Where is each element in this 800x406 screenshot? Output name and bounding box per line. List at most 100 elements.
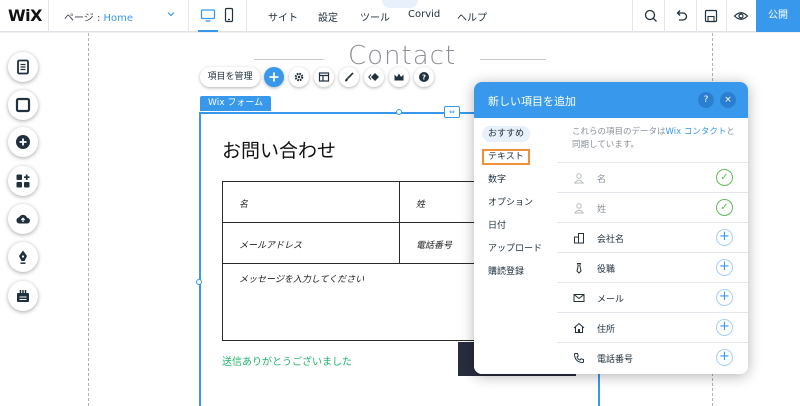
person-icon bbox=[573, 173, 585, 184]
mobile-view-icon[interactable] bbox=[221, 7, 237, 23]
person-icon bbox=[573, 203, 585, 214]
preview-eye-icon[interactable] bbox=[733, 8, 749, 24]
top-bar: WiX ページ : Home サイト 設定 ツール Corvid ヘルプ ⌃ 公… bbox=[0, 0, 800, 32]
field-row-first-name[interactable]: 名 ✓ bbox=[557, 162, 748, 192]
resize-handle[interactable] bbox=[396, 109, 402, 115]
divider bbox=[48, 0, 49, 32]
email-field[interactable]: メールアドレス bbox=[222, 222, 400, 264]
menu-site[interactable]: サイト bbox=[268, 9, 298, 24]
add-field-panel: 新しい項目を追加 ? × おすすめ テキスト 数字 オプション 日付 アップロー… bbox=[474, 82, 748, 374]
panel-help-button[interactable]: ? bbox=[698, 92, 714, 108]
panel-close-button[interactable]: × bbox=[720, 92, 736, 108]
message-field[interactable]: メッセージを入力してください bbox=[222, 263, 479, 341]
phone-field[interactable]: 電話番号 bbox=[399, 222, 479, 264]
stretch-icon[interactable]: ⇔ bbox=[444, 106, 460, 118]
field-row-last-name[interactable]: 姓 ✓ bbox=[557, 192, 748, 222]
category-recommended[interactable]: おすすめ bbox=[482, 126, 531, 142]
pages-button[interactable] bbox=[8, 52, 38, 82]
add-field-button[interactable] bbox=[264, 67, 284, 87]
page-icon bbox=[17, 59, 29, 75]
menu-tools[interactable]: ツール bbox=[360, 9, 390, 24]
chevron-down-icon[interactable] bbox=[166, 9, 176, 19]
publish-button[interactable]: 公開 bbox=[756, 0, 800, 32]
pen-nib-icon bbox=[19, 250, 27, 264]
plus-icon[interactable]: + bbox=[716, 319, 733, 336]
divider bbox=[664, 0, 665, 32]
gear-icon bbox=[294, 72, 304, 82]
plus-icon[interactable]: + bbox=[716, 229, 733, 246]
undo-icon[interactable] bbox=[673, 8, 689, 24]
add-button[interactable] bbox=[8, 127, 38, 157]
blog-button[interactable] bbox=[8, 242, 38, 272]
manage-fields-button[interactable]: 項目を管理 bbox=[200, 67, 260, 87]
contacts-link[interactable]: Wix コンタクト bbox=[666, 127, 727, 137]
divider bbox=[726, 0, 727, 32]
media-button[interactable] bbox=[8, 204, 38, 234]
menu-help[interactable]: ヘルプ bbox=[457, 9, 487, 24]
page-selector-label: ページ : bbox=[64, 13, 104, 24]
phone-icon bbox=[573, 353, 584, 364]
heading-rule bbox=[254, 59, 324, 60]
category-list: おすすめ テキスト 数字 オプション 日付 アップロード 購読登録 bbox=[474, 118, 557, 374]
collapse-topbar-tab[interactable]: ⌃ bbox=[382, 0, 418, 8]
settings-button[interactable] bbox=[289, 67, 309, 87]
upgrade-button[interactable] bbox=[389, 67, 409, 87]
home-icon bbox=[573, 322, 585, 333]
last-name-field[interactable]: 姓 bbox=[399, 181, 479, 223]
chevron-up-icon: ⌃ bbox=[396, 0, 403, 6]
field-row-address[interactable]: 住所 + bbox=[557, 312, 748, 342]
business-tools-button[interactable] bbox=[8, 281, 38, 311]
field-row-label: 名 bbox=[597, 175, 607, 185]
field-row-email[interactable]: メール + bbox=[557, 282, 748, 312]
plus-icon bbox=[269, 72, 279, 82]
category-text[interactable]: テキスト bbox=[482, 149, 530, 165]
cloud-upload-icon bbox=[16, 214, 30, 224]
field-list-description: これらの項目のデータはWix コンタクトと同期しています。 bbox=[572, 127, 735, 150]
resize-handle[interactable] bbox=[196, 279, 202, 285]
plus-icon[interactable]: + bbox=[716, 349, 733, 366]
background-button[interactable] bbox=[8, 90, 38, 120]
help-icon: ? bbox=[419, 72, 429, 82]
category-options[interactable]: オプション bbox=[482, 195, 539, 211]
animation-button[interactable] bbox=[364, 67, 384, 87]
field-row-company[interactable]: 会社名 + bbox=[557, 222, 748, 252]
design-button[interactable] bbox=[339, 67, 359, 87]
gridline bbox=[88, 33, 89, 406]
desktop-view-icon[interactable] bbox=[198, 7, 218, 32]
success-message[interactable]: 送信ありがとうございました bbox=[222, 353, 352, 368]
svg-text:?: ? bbox=[422, 74, 426, 82]
form-title[interactable]: お問い合わせ bbox=[222, 136, 336, 163]
menu-settings[interactable]: 設定 bbox=[318, 9, 338, 24]
help-button[interactable]: ? bbox=[414, 67, 434, 87]
category-date[interactable]: 日付 bbox=[482, 218, 512, 234]
category-upload[interactable]: アップロード bbox=[482, 241, 548, 257]
crown-icon bbox=[394, 73, 404, 81]
plus-icon[interactable]: + bbox=[716, 289, 733, 306]
apps-icon bbox=[16, 174, 30, 188]
check-icon: ✓ bbox=[716, 169, 733, 186]
plus-icon[interactable]: + bbox=[716, 259, 733, 276]
form-element-tag[interactable]: Wix フォーム bbox=[200, 96, 272, 111]
wix-logo[interactable]: WiX bbox=[8, 6, 42, 25]
animation-icon bbox=[368, 73, 379, 81]
field-row-label: 役職 bbox=[597, 265, 616, 275]
layout-button[interactable] bbox=[314, 67, 334, 87]
tie-icon bbox=[576, 263, 582, 274]
save-icon[interactable] bbox=[703, 8, 719, 24]
heading-rule bbox=[480, 59, 546, 60]
field-row-label: 会社名 bbox=[597, 235, 625, 245]
field-row-label: 電話番号 bbox=[597, 355, 634, 365]
mail-icon bbox=[573, 294, 585, 302]
field-row-position[interactable]: 役職 + bbox=[557, 252, 748, 282]
field-list: これらの項目のデータはWix コンタクトと同期しています。 名 ✓ 姓 ✓ 会社… bbox=[557, 118, 748, 374]
menu-corvid[interactable]: Corvid bbox=[408, 9, 440, 20]
field-row-phone[interactable]: 電話番号 + bbox=[557, 342, 748, 372]
brush-icon bbox=[345, 72, 354, 82]
category-number[interactable]: 数字 bbox=[482, 172, 512, 188]
add-apps-button[interactable] bbox=[8, 166, 38, 196]
zoom-icon[interactable] bbox=[643, 8, 659, 24]
page-selector[interactable]: ページ : Home bbox=[64, 9, 133, 24]
first-name-field[interactable]: 名 bbox=[222, 181, 400, 223]
page-selector-value: Home bbox=[103, 13, 134, 24]
category-subscribe[interactable]: 購読登録 bbox=[482, 264, 530, 280]
